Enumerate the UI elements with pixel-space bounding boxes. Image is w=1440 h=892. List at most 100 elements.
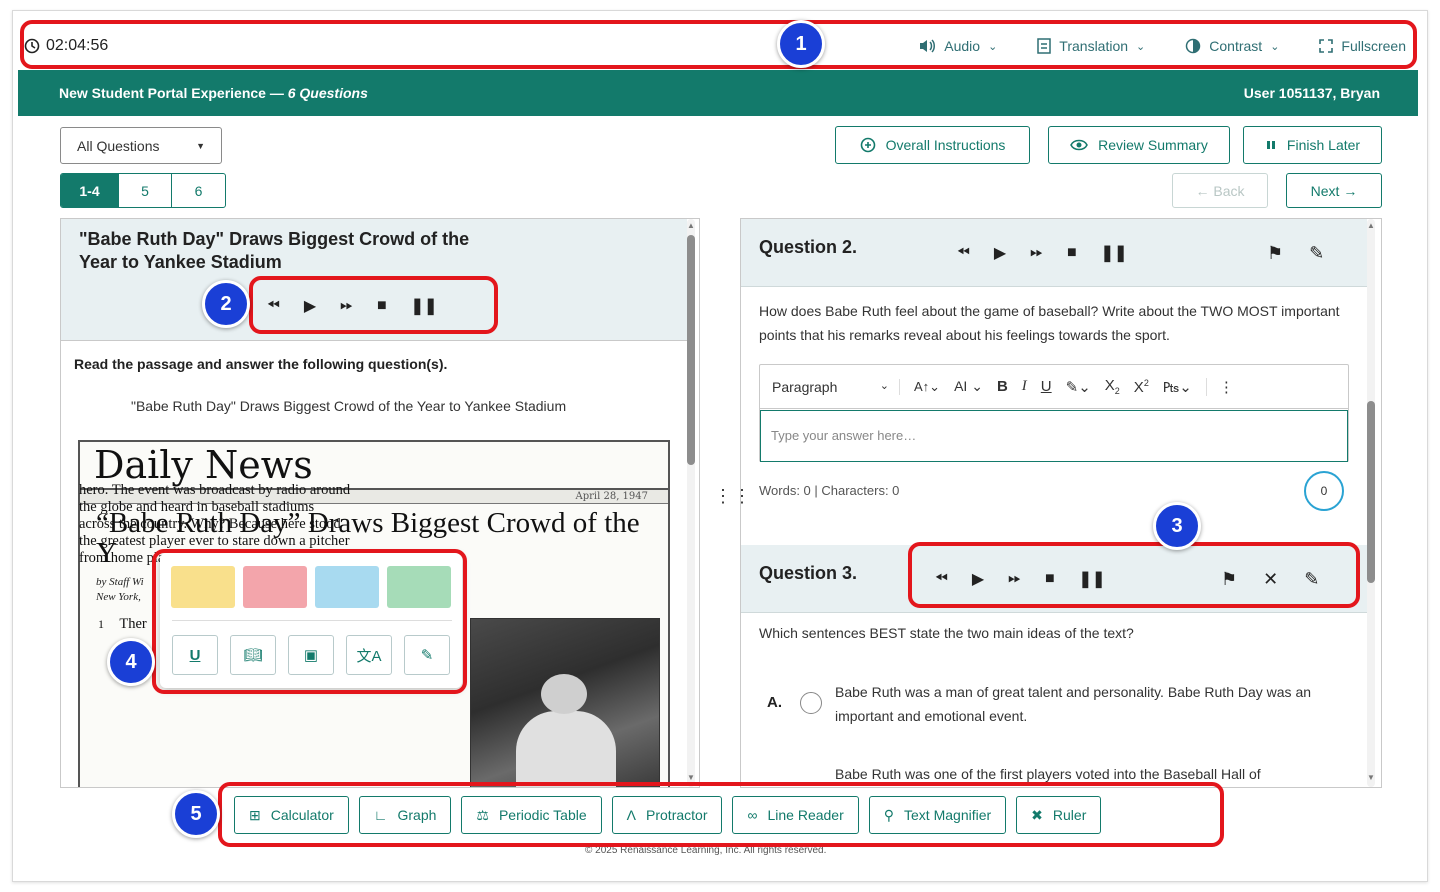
next-label: Next → bbox=[1310, 182, 1358, 199]
eliminate-choice-icon[interactable]: ✕ bbox=[1263, 569, 1278, 590]
fast-forward-icon[interactable]: ⏩︎ bbox=[1030, 244, 1043, 262]
highlight-green-swatch[interactable] bbox=[387, 566, 451, 608]
audio-label: Audio bbox=[944, 38, 981, 54]
question-scrollbar[interactable]: ▲ ▼ bbox=[1367, 219, 1375, 787]
passage-title: "Babe Ruth Day" Draws Biggest Crowd of t… bbox=[79, 229, 470, 272]
back-label: ← Back bbox=[1195, 182, 1245, 199]
stop-icon[interactable]: ■ bbox=[1067, 244, 1077, 262]
fullscreen-label: Fullscreen bbox=[1341, 38, 1406, 54]
rewind-icon[interactable]: ⏪︎ bbox=[935, 570, 948, 588]
article-first-word: Ther bbox=[119, 616, 147, 632]
pause-icon[interactable]: ❚❚ bbox=[1079, 569, 1106, 589]
passage-scroll-thumb[interactable] bbox=[687, 235, 695, 465]
speaker-icon bbox=[920, 39, 936, 53]
option-b-text[interactable]: Babe Ruth was one of the first players v… bbox=[835, 762, 1347, 786]
rewind-icon[interactable]: ⏪︎ bbox=[267, 297, 280, 315]
play-icon[interactable]: ▶︎ bbox=[304, 296, 316, 316]
question-3-tools: ⚑ ✕ ✎ bbox=[1221, 569, 1319, 590]
translation-dropdown[interactable]: Translation ⌄ bbox=[1037, 38, 1145, 54]
response-editor: Paragraph ⌄ A↑⌄ AI ⌄ B I U ✎⌄ X2 X2 ₧⌄ ⋮… bbox=[759, 364, 1349, 462]
finish-later-button[interactable]: Finish Later bbox=[1243, 126, 1382, 164]
rewind-icon[interactable]: ⏪︎ bbox=[957, 244, 970, 262]
annotation-badge-2: 2 bbox=[202, 280, 250, 328]
stop-icon[interactable]: ■ bbox=[377, 297, 387, 315]
answer-input[interactable]: Type your answer here… bbox=[760, 410, 1348, 462]
highlighter-icon[interactable]: ✎⌄ bbox=[1066, 378, 1091, 396]
question-2-title: Question 2. bbox=[759, 237, 858, 257]
text-magnifier-button[interactable]: ⚲ Text Magnifier bbox=[868, 796, 1007, 834]
superscript-icon[interactable]: X2 bbox=[1134, 378, 1149, 396]
question-3-title: Question 3. bbox=[759, 563, 858, 583]
translate-button[interactable]: 文A bbox=[346, 635, 392, 675]
notepad-icon[interactable]: ✎ bbox=[1309, 243, 1324, 264]
glasses-icon: ∞ bbox=[747, 807, 758, 823]
picture-dictionary-button[interactable]: ▣ bbox=[288, 635, 334, 675]
audio-dropdown[interactable]: Audio ⌄ bbox=[918, 38, 997, 54]
underline-icon: U bbox=[189, 646, 201, 664]
annotation-badge-3: 3 bbox=[1153, 502, 1201, 550]
graph-icon: ∟ bbox=[373, 807, 388, 823]
review-summary-label: Review Summary bbox=[1098, 137, 1208, 153]
underline-icon[interactable]: U bbox=[1041, 378, 1052, 395]
contrast-dropdown[interactable]: Contrast ⌄ bbox=[1185, 38, 1279, 54]
more-options-icon[interactable]: ⋮ bbox=[1205, 377, 1234, 396]
editor-toolbar: Paragraph ⌄ A↑⌄ AI ⌄ B I U ✎⌄ X2 X2 ₧⌄ ⋮ bbox=[760, 365, 1348, 409]
next-button[interactable]: Next → bbox=[1286, 173, 1382, 208]
passage-scrollbar[interactable]: ▲ ▼ bbox=[687, 219, 695, 787]
clock-icon bbox=[24, 38, 40, 54]
tab-question-5[interactable]: 5 bbox=[119, 174, 172, 207]
question-scroll-thumb[interactable] bbox=[1367, 401, 1375, 583]
tab-questions-1-4[interactable]: 1-4 bbox=[61, 174, 119, 207]
text-case-icon[interactable]: AI ⌄ bbox=[954, 378, 983, 395]
accessibility-tools: Audio ⌄ Translation ⌄ Contrast ⌄ Fullscr… bbox=[878, 22, 1406, 70]
tab-question-6[interactable]: 6 bbox=[172, 174, 225, 207]
ruler-button[interactable]: ✖ Ruler bbox=[1016, 796, 1102, 834]
pause-icon[interactable]: ❚❚ bbox=[411, 296, 438, 316]
option-a-text[interactable]: Babe Ruth was a man of great talent and … bbox=[835, 680, 1347, 728]
passage-panel: "Babe Ruth Day" Draws Biggest Crowd of t… bbox=[60, 218, 700, 788]
dictionary-button[interactable]: 📖︎ bbox=[230, 635, 276, 675]
option-a-radio[interactable] bbox=[800, 692, 822, 714]
notes-button[interactable]: ✎ bbox=[404, 635, 450, 675]
stop-icon[interactable]: ■ bbox=[1045, 570, 1055, 588]
pause-icon[interactable]: ❚❚ bbox=[1101, 243, 1128, 263]
fullscreen-button[interactable]: Fullscreen bbox=[1319, 38, 1406, 54]
highlight-pink-swatch[interactable] bbox=[243, 566, 307, 608]
subscript-icon[interactable]: X2 bbox=[1105, 377, 1120, 396]
back-button[interactable]: ← Back bbox=[1172, 173, 1268, 208]
periodic-table-button[interactable]: ⚖ Periodic Table bbox=[461, 796, 602, 834]
font-size-icon[interactable]: A↑⌄ bbox=[914, 379, 940, 395]
highlight-blue-swatch[interactable] bbox=[315, 566, 379, 608]
newspaper-byline: by Staff Wi New York, bbox=[96, 575, 144, 605]
fast-forward-icon[interactable]: ⏩︎ bbox=[340, 297, 353, 315]
line-reader-button[interactable]: ∞ Line Reader bbox=[732, 796, 859, 834]
play-icon[interactable]: ▶︎ bbox=[994, 243, 1006, 263]
notepad-icon[interactable]: ✎ bbox=[1304, 569, 1319, 590]
passage-header: "Babe Ruth Day" Draws Biggest Crowd of t… bbox=[61, 219, 687, 341]
special-characters-icon[interactable]: ₧⌄ bbox=[1163, 378, 1192, 396]
flag-icon[interactable]: ⚑ bbox=[1221, 569, 1237, 590]
play-icon[interactable]: ▶︎ bbox=[972, 569, 984, 589]
underline-button[interactable]: U bbox=[172, 635, 218, 675]
graph-button[interactable]: ∟ Graph bbox=[358, 796, 452, 834]
question-3-prompt: Which sentences BEST state the two main … bbox=[759, 625, 1134, 641]
review-summary-button[interactable]: Review Summary bbox=[1048, 126, 1230, 164]
paragraph-style-select[interactable]: Paragraph ⌄ bbox=[772, 378, 900, 395]
contrast-icon bbox=[1186, 38, 1201, 54]
highlight-yellow-swatch[interactable] bbox=[171, 566, 235, 608]
panel-resize-handle[interactable]: ⋮⋮ bbox=[714, 487, 751, 505]
chevron-down-icon: ⌄ bbox=[988, 40, 998, 53]
flask-icon: ⚖ bbox=[476, 806, 489, 823]
caret-down-icon: ▼ bbox=[196, 140, 205, 151]
overall-instructions-button[interactable]: Overall Instructions bbox=[835, 126, 1030, 164]
italic-icon[interactable]: I bbox=[1022, 378, 1027, 395]
question-filter-select[interactable]: All Questions ▼ bbox=[60, 127, 222, 164]
dictionary-icon: 📖︎ bbox=[243, 647, 263, 664]
bold-icon[interactable]: B bbox=[997, 378, 1008, 395]
flag-icon[interactable]: ⚑ bbox=[1267, 243, 1283, 264]
protractor-button[interactable]: Λ Protractor bbox=[611, 796, 723, 834]
question-panel: Question 2. ⏪︎ ▶︎ ⏩︎ ■ ❚❚ ⚑ ✎ How does B… bbox=[740, 218, 1382, 788]
calculator-button[interactable]: ⊞ Calculator bbox=[234, 796, 349, 834]
fast-forward-icon[interactable]: ⏩︎ bbox=[1008, 570, 1021, 588]
translate-icon: 文A bbox=[356, 647, 382, 665]
